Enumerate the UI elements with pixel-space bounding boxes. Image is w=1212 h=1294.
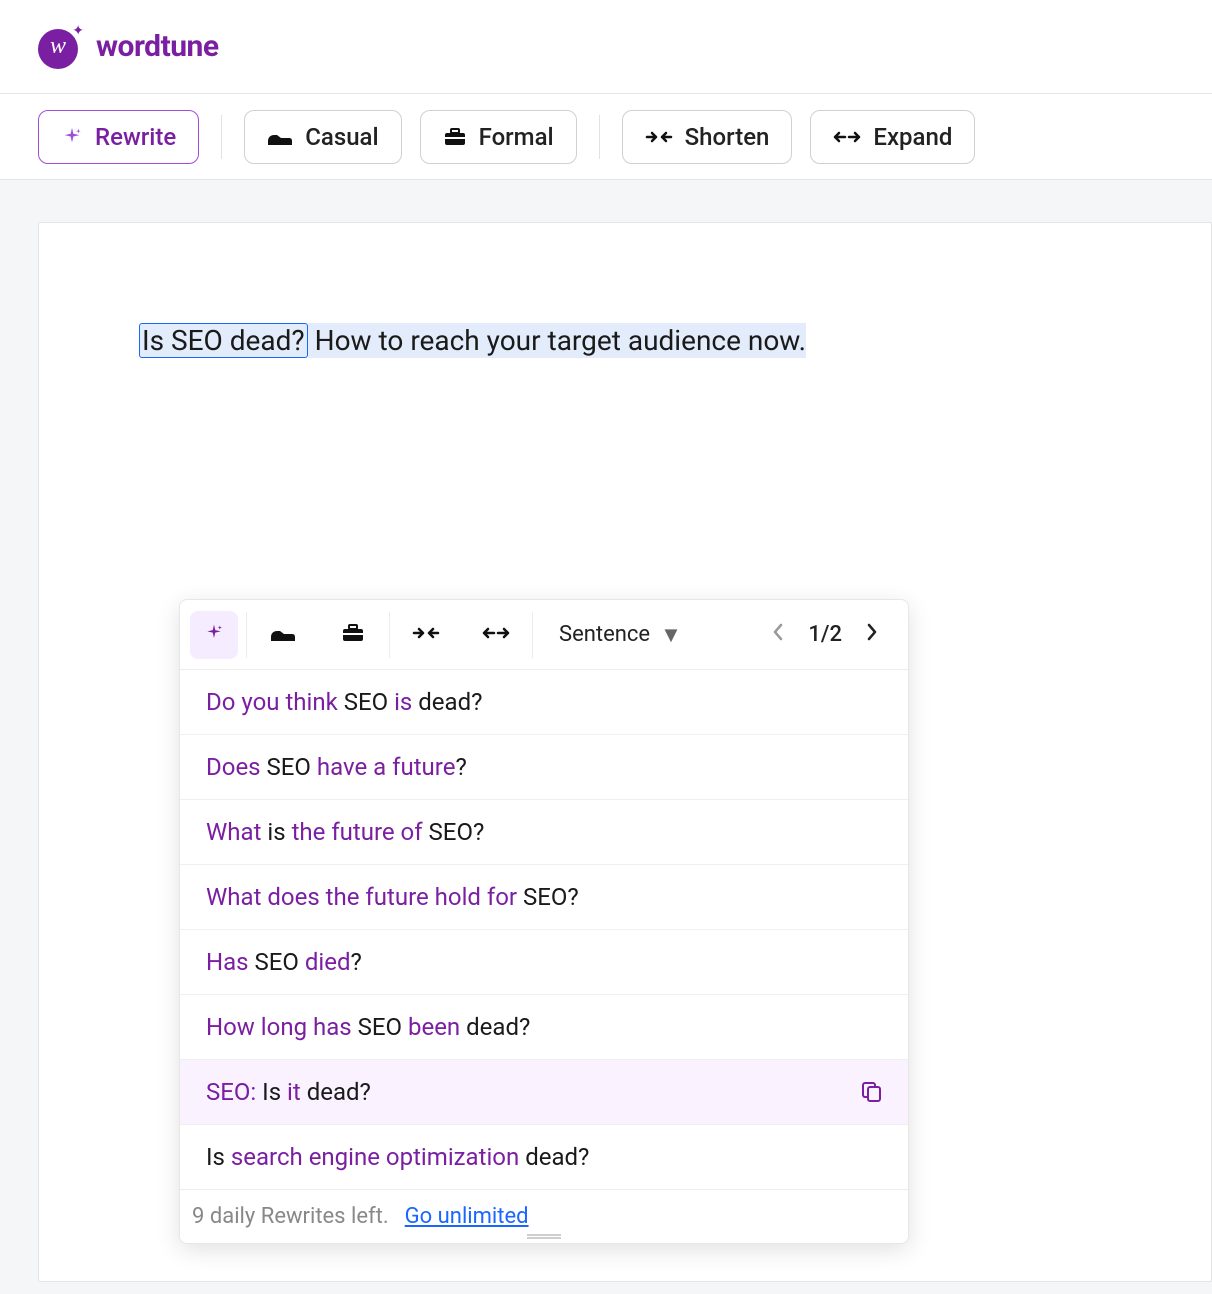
drag-handle[interactable]: [527, 1234, 561, 1239]
popover-divider: [532, 612, 533, 658]
trailing-text: How to reach your target audience now.: [308, 323, 806, 358]
popover-divider: [389, 612, 390, 658]
scope-label: Sentence: [559, 622, 650, 647]
document: Is SEO dead? How to reach your target au…: [38, 222, 1212, 1282]
suggestion-text: Is search engine optimization dead?: [206, 1143, 589, 1171]
sneaker-icon: [270, 623, 296, 647]
popover-formal-button[interactable]: [329, 611, 377, 659]
shorten-icon: [645, 129, 673, 145]
briefcase-icon: [341, 623, 365, 647]
shorten-icon: [412, 625, 440, 645]
page-count: 1/2: [808, 622, 842, 647]
app-header: w ✦ wordtune: [0, 0, 1212, 94]
main-toolbar: Rewrite Casual Formal Shorten Expand: [0, 94, 1212, 180]
suggestion-item[interactable]: SEO: Is it dead?: [180, 1060, 908, 1125]
sparkle-icon: [204, 623, 224, 647]
suggestion-text: SEO: Is it dead?: [206, 1078, 371, 1106]
casual-label: Casual: [305, 123, 378, 151]
popover-shorten-button[interactable]: [402, 611, 450, 659]
popover-divider: [246, 612, 247, 658]
suggestion-item[interactable]: Has SEO died?: [180, 930, 908, 995]
content-area: Is SEO dead? How to reach your target au…: [0, 180, 1212, 1294]
sparkle-icon: ✦: [72, 23, 84, 39]
brand-name: wordtune: [96, 29, 219, 64]
rewrite-button[interactable]: Rewrite: [38, 110, 199, 164]
pager: 1/2: [766, 616, 900, 653]
popover-toolbar: Sentence ▼ 1/2: [180, 600, 908, 670]
shorten-button[interactable]: Shorten: [622, 110, 793, 164]
suggestion-text: Has SEO died?: [206, 948, 362, 976]
copy-icon[interactable]: [862, 1081, 882, 1103]
scope-selector[interactable]: Sentence ▼: [541, 622, 700, 648]
suggestions-popover: Sentence ▼ 1/2 Do you think SEO is dead?…: [179, 599, 909, 1244]
toolbar-divider: [221, 115, 222, 159]
suggestion-text: How long has SEO been dead?: [206, 1013, 530, 1041]
sneaker-icon: [267, 127, 293, 147]
prev-page-button[interactable]: [766, 616, 790, 653]
sparkle-icon: [61, 126, 83, 148]
suggestion-item[interactable]: What does the future hold for SEO?: [180, 865, 908, 930]
briefcase-icon: [443, 127, 467, 147]
editor-line[interactable]: Is SEO dead? How to reach your target au…: [139, 321, 1211, 362]
brand-logo[interactable]: w ✦ wordtune: [38, 25, 219, 69]
suggestion-item[interactable]: How long has SEO been dead?: [180, 995, 908, 1060]
popover-casual-button[interactable]: [259, 611, 307, 659]
suggestion-text: What does the future hold for SEO?: [206, 883, 579, 911]
formal-label: Formal: [479, 123, 554, 151]
suggestion-list[interactable]: Do you think SEO is dead? Does SEO have a…: [180, 670, 908, 1189]
quota-text: 9 daily Rewrites left.: [192, 1204, 389, 1229]
suggestion-text: Do you think SEO is dead?: [206, 688, 482, 716]
expand-icon: [482, 625, 510, 645]
brand-mark: w ✦: [38, 25, 82, 69]
popover-footer: 9 daily Rewrites left. Go unlimited: [180, 1189, 908, 1243]
toolbar-divider: [599, 115, 600, 159]
suggestion-item[interactable]: Does SEO have a future?: [180, 735, 908, 800]
suggestion-item[interactable]: What is the future of SEO?: [180, 800, 908, 865]
expand-button[interactable]: Expand: [810, 110, 975, 164]
formal-button[interactable]: Formal: [420, 110, 577, 164]
go-unlimited-link[interactable]: Go unlimited: [405, 1204, 529, 1229]
shorten-label: Shorten: [685, 123, 770, 151]
suggestion-text: Does SEO have a future?: [206, 753, 467, 781]
selected-text[interactable]: Is SEO dead?: [139, 323, 308, 358]
suggestion-item[interactable]: Is search engine optimization dead?: [180, 1125, 908, 1189]
popover-expand-button[interactable]: [472, 611, 520, 659]
caret-down-icon: ▼: [660, 622, 682, 648]
expand-icon: [833, 129, 861, 145]
rewrite-label: Rewrite: [95, 123, 176, 151]
next-page-button[interactable]: [860, 616, 884, 653]
popover-rewrite-button[interactable]: [190, 611, 238, 659]
suggestion-item[interactable]: Do you think SEO is dead?: [180, 670, 908, 735]
suggestion-text: What is the future of SEO?: [206, 818, 484, 846]
casual-button[interactable]: Casual: [244, 110, 401, 164]
expand-label: Expand: [873, 123, 952, 151]
